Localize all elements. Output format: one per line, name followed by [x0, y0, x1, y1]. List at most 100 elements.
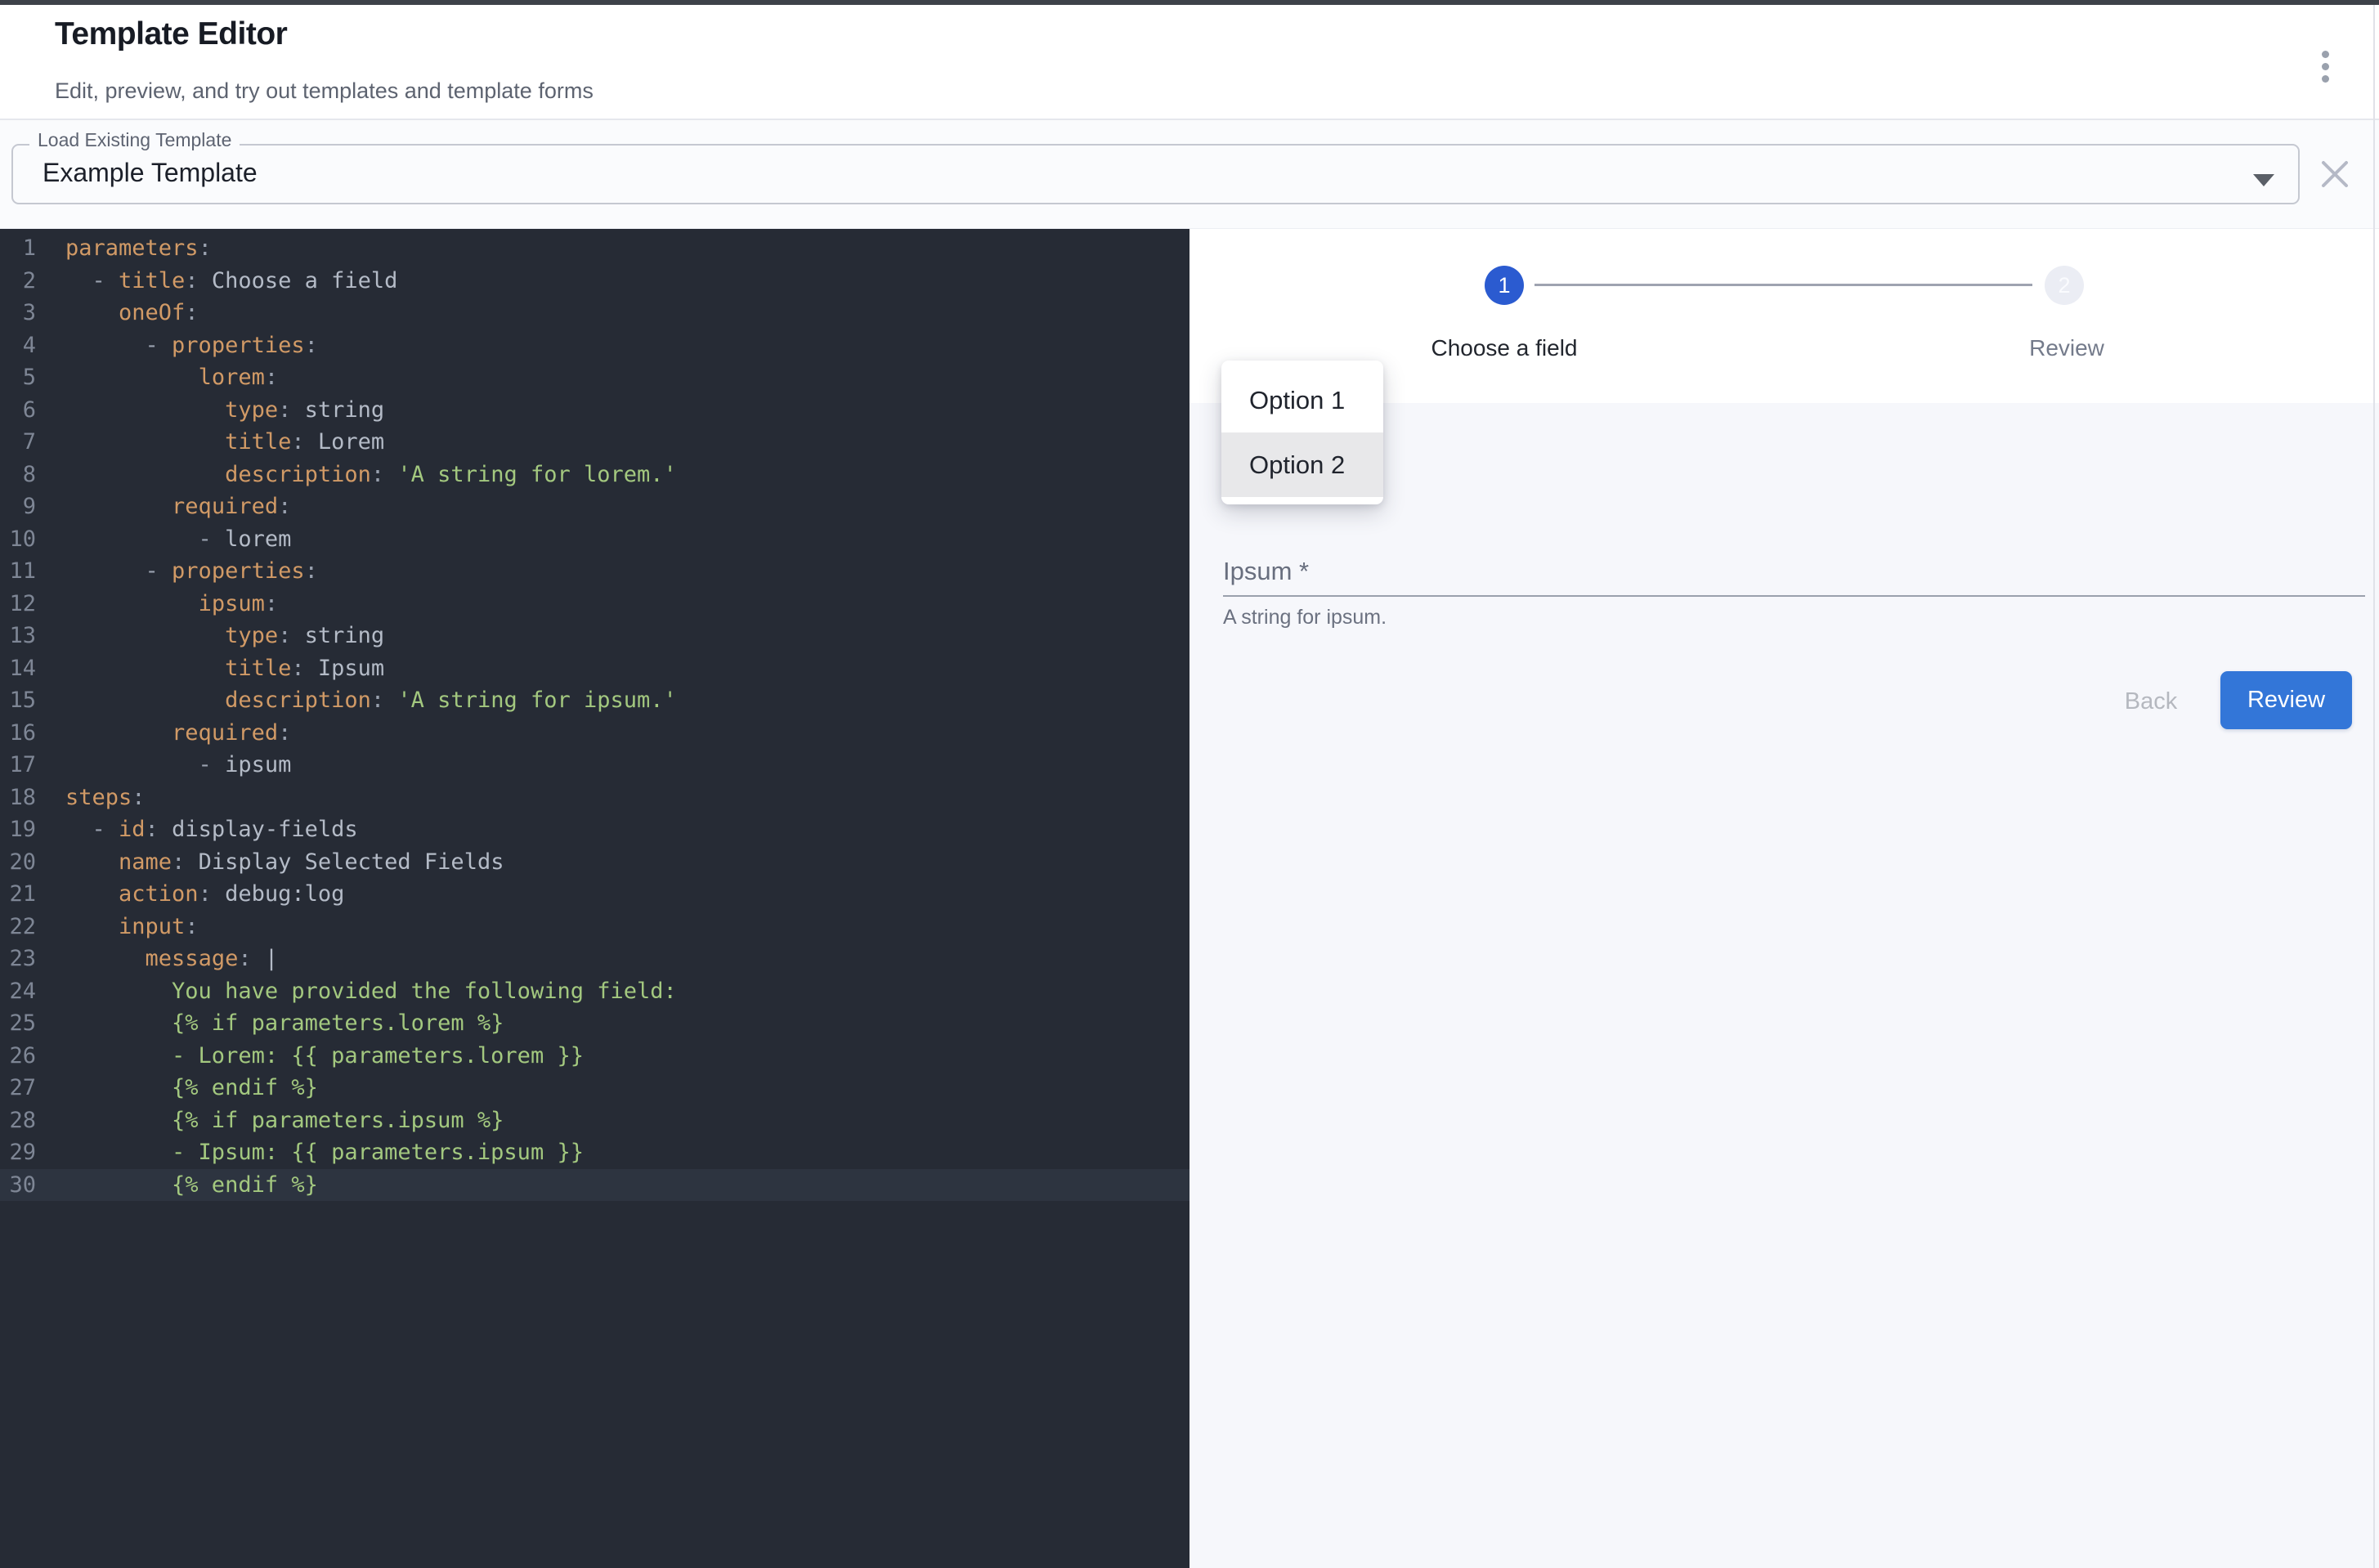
close-icon — [2320, 159, 2350, 189]
line-number: 11 — [0, 555, 36, 588]
line-number: 30 — [0, 1169, 36, 1202]
line-number: 22 — [0, 911, 36, 943]
code-line[interactable]: 22 input: — [0, 911, 1190, 943]
stepper-connector — [1534, 284, 2032, 286]
code-text: - Lorem: {{ parameters.lorem }} — [36, 1040, 584, 1073]
line-number: 13 — [0, 620, 36, 652]
code-text: {% endif %} — [36, 1169, 318, 1202]
line-number: 24 — [0, 975, 36, 1008]
code-text: - id: display-fields — [36, 813, 358, 846]
code-line[interactable]: 14 title: Ipsum — [0, 652, 1190, 685]
clear-template-button[interactable] — [2314, 153, 2356, 195]
line-number: 10 — [0, 523, 36, 556]
load-template-select[interactable] — [11, 144, 2300, 204]
code-text: type: string — [36, 394, 384, 427]
page-subtitle: Edit, preview, and try out templates and… — [55, 78, 594, 104]
code-text: title: Lorem — [36, 426, 384, 459]
code-line[interactable]: 13 type: string — [0, 620, 1190, 652]
code-line[interactable]: 16 required: — [0, 717, 1190, 750]
back-button[interactable]: Back — [2103, 675, 2198, 728]
code-line[interactable]: 7 title: Lorem — [0, 426, 1190, 459]
code-line[interactable]: 9 required: — [0, 491, 1190, 523]
line-number: 14 — [0, 652, 36, 685]
line-number: 3 — [0, 297, 36, 329]
code-line[interactable]: 27 {% endif %} — [0, 1072, 1190, 1104]
dropdown-menu: Option 1Option 2 — [1221, 361, 1383, 504]
code-line[interactable]: 24 You have provided the following field… — [0, 975, 1190, 1008]
code-text: action: debug:log — [36, 878, 344, 911]
menu-option[interactable]: Option 1 — [1221, 368, 1383, 432]
code-text: You have provided the following field: — [36, 975, 677, 1008]
code-line[interactable]: 15 description: 'A string for ipsum.' — [0, 684, 1190, 717]
line-number: 6 — [0, 394, 36, 427]
review-button[interactable]: Review — [2220, 671, 2352, 729]
code-line[interactable]: 20 name: Display Selected Fields — [0, 846, 1190, 879]
code-line[interactable]: 18steps: — [0, 782, 1190, 814]
code-line[interactable]: 29 - Ipsum: {{ parameters.ipsum }} — [0, 1136, 1190, 1169]
code-line[interactable]: 11 - properties: — [0, 555, 1190, 588]
line-number: 19 — [0, 813, 36, 846]
template-form-panel: 1 2 Choose a field Review Option 1Option… — [1190, 229, 2379, 1568]
code-text: steps: — [36, 782, 146, 814]
code-line[interactable]: 8 description: 'A string for lorem.' — [0, 459, 1190, 491]
step-2-label: Review — [1903, 335, 2230, 361]
step-2-indicator: 2 — [2045, 266, 2084, 305]
line-number: 5 — [0, 361, 36, 394]
code-line[interactable]: 23 message: | — [0, 943, 1190, 975]
code-text: - title: Choose a field — [36, 265, 397, 298]
code-text: title: Ipsum — [36, 652, 384, 685]
code-line[interactable]: 5 lorem: — [0, 361, 1190, 394]
menu-option[interactable]: Option 2 — [1221, 432, 1383, 497]
right-edge-divider — [2373, 5, 2375, 1568]
line-number: 1 — [0, 232, 36, 265]
line-number: 12 — [0, 588, 36, 620]
code-editor[interactable]: 1parameters:2 - title: Choose a field3 o… — [0, 229, 1190, 1568]
code-text: - lorem — [36, 523, 291, 556]
code-line[interactable]: 12 ipsum: — [0, 588, 1190, 620]
load-template-bar: Load Existing Template Example Template — [0, 120, 2379, 229]
code-line[interactable]: 4 - properties: — [0, 329, 1190, 362]
code-text: message: | — [36, 943, 278, 975]
code-text: oneOf: — [36, 297, 199, 329]
line-number: 20 — [0, 846, 36, 879]
code-text: - properties: — [36, 555, 318, 588]
load-template-label: Load Existing Template — [29, 129, 240, 151]
code-line[interactable]: 21 action: debug:log — [0, 878, 1190, 911]
code-line[interactable]: 6 type: string — [0, 394, 1190, 427]
step-1-indicator: 1 — [1485, 266, 1524, 305]
line-number: 25 — [0, 1007, 36, 1040]
code-line[interactable]: 2 - title: Choose a field — [0, 265, 1190, 298]
code-line[interactable]: 1parameters: — [0, 232, 1190, 265]
line-number: 23 — [0, 943, 36, 975]
code-text: - Ipsum: {{ parameters.ipsum }} — [36, 1136, 584, 1169]
code-line[interactable]: 26 - Lorem: {{ parameters.lorem }} — [0, 1040, 1190, 1073]
kebab-menu-icon — [2322, 51, 2329, 83]
code-text: type: string — [36, 620, 384, 652]
line-number: 16 — [0, 717, 36, 750]
code-editor-lines: 1parameters:2 - title: Choose a field3 o… — [0, 232, 1190, 1201]
code-line[interactable]: 30 {% endif %} — [0, 1169, 1190, 1202]
code-text: name: Display Selected Fields — [36, 846, 504, 879]
line-number: 18 — [0, 782, 36, 814]
code-text: lorem: — [36, 361, 278, 394]
code-line[interactable]: 17 - ipsum — [0, 749, 1190, 782]
code-text: {% if parameters.ipsum %} — [36, 1104, 504, 1137]
field-helper-text: A string for ipsum. — [1223, 606, 1387, 629]
code-line[interactable]: 25 {% if parameters.lorem %} — [0, 1007, 1190, 1040]
code-line[interactable]: 28 {% if parameters.ipsum %} — [0, 1104, 1190, 1137]
line-number: 15 — [0, 684, 36, 717]
line-number: 28 — [0, 1104, 36, 1137]
load-template-value: Example Template — [43, 158, 258, 188]
code-line[interactable]: 19 - id: display-fields — [0, 813, 1190, 846]
code-line[interactable]: 10 - lorem — [0, 523, 1190, 556]
code-text: {% endif %} — [36, 1072, 318, 1104]
field-label: Ipsum * — [1223, 557, 1309, 586]
line-number: 29 — [0, 1136, 36, 1169]
ipsum-select-field[interactable]: Ipsum * — [1223, 544, 2365, 597]
line-number: 27 — [0, 1072, 36, 1104]
code-text: input: — [36, 911, 199, 943]
page-header: Template Editor Edit, preview, and try o… — [0, 5, 2379, 120]
more-options-button[interactable] — [2304, 41, 2346, 92]
step-1-label: Choose a field — [1341, 335, 1668, 361]
code-line[interactable]: 3 oneOf: — [0, 297, 1190, 329]
